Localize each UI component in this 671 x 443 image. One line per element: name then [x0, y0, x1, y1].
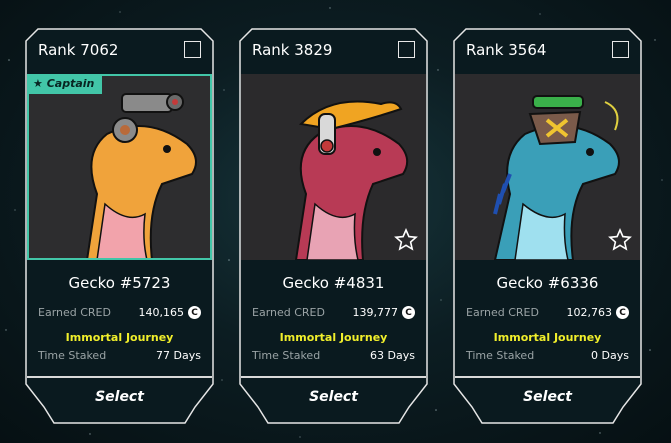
time-staked-row: Time Staked 63 Days — [252, 349, 415, 362]
earned-cred-label: Earned CRED — [252, 306, 325, 319]
select-button[interactable]: Select — [453, 383, 642, 411]
earned-cred-row: Earned CRED 139,777 C — [252, 306, 415, 319]
time-staked-row: Time Staked 77 Days — [38, 349, 201, 362]
journey-label: Immortal Journey — [493, 331, 602, 344]
earned-cred-row: Earned CRED 102,763 C — [466, 306, 629, 319]
rank-label: Rank 7062 — [38, 41, 119, 59]
select-button[interactable]: Select — [239, 383, 428, 411]
time-staked-label: Time Staked — [252, 349, 321, 362]
card-divider — [27, 376, 212, 378]
earned-cred-row: Earned CRED 140,165 C — [38, 306, 201, 319]
time-staked-value: 77 Days — [156, 349, 201, 362]
card-divider — [455, 376, 640, 378]
card-divider — [241, 376, 426, 378]
select-button[interactable]: Select — [25, 383, 214, 411]
time-staked-label: Time Staked — [466, 349, 535, 362]
select-checkbox[interactable] — [184, 41, 201, 58]
time-staked-label: Time Staked — [38, 349, 107, 362]
journey-label: Immortal Journey — [65, 331, 174, 344]
rank-label: Rank 3829 — [252, 41, 333, 59]
earned-cred-value: 102,763 — [566, 306, 613, 319]
earned-cred-value: 139,777 — [352, 306, 399, 319]
gecko-name: Gecko #6336 — [496, 274, 599, 292]
gecko-card-2[interactable]: Rank 3829 Gecko #4831 Earned CRED 139,77… — [239, 28, 428, 424]
earned-cred-label: Earned CRED — [466, 306, 539, 319]
captain-label: Captain — [46, 77, 95, 90]
gecko-name: Gecko #4831 — [282, 274, 385, 292]
time-staked-value: 63 Days — [370, 349, 415, 362]
captain-badge: ★ Captain — [27, 74, 103, 94]
select-checkbox[interactable] — [612, 41, 629, 58]
cred-coin-icon: C — [188, 306, 201, 319]
earned-cred-value: 140,165 — [138, 306, 185, 319]
gecko-artwork[interactable]: ★ Captain — [27, 74, 212, 260]
time-staked-row: Time Staked 0 Days — [466, 349, 629, 362]
earned-cred-label: Earned CRED — [38, 306, 111, 319]
cred-coin-icon: C — [616, 306, 629, 319]
gecko-artwork[interactable] — [455, 74, 640, 260]
cred-coin-icon: C — [402, 306, 415, 319]
journey-label: Immortal Journey — [279, 331, 388, 344]
time-staked-value: 0 Days — [591, 349, 629, 362]
select-checkbox[interactable] — [398, 41, 415, 58]
gecko-card-3[interactable]: Rank 3564 Gecko #6336 Earned CRED 102,76… — [453, 28, 642, 424]
gecko-name: Gecko #5723 — [68, 274, 171, 292]
rank-label: Rank 3564 — [466, 41, 547, 59]
gecko-artwork[interactable] — [241, 74, 426, 260]
gecko-card-1[interactable]: Rank 7062 ★ Captain Gecko #5723 Earned C… — [25, 28, 214, 424]
favorite-star-icon[interactable] — [394, 228, 418, 252]
favorite-star-icon[interactable] — [608, 228, 632, 252]
